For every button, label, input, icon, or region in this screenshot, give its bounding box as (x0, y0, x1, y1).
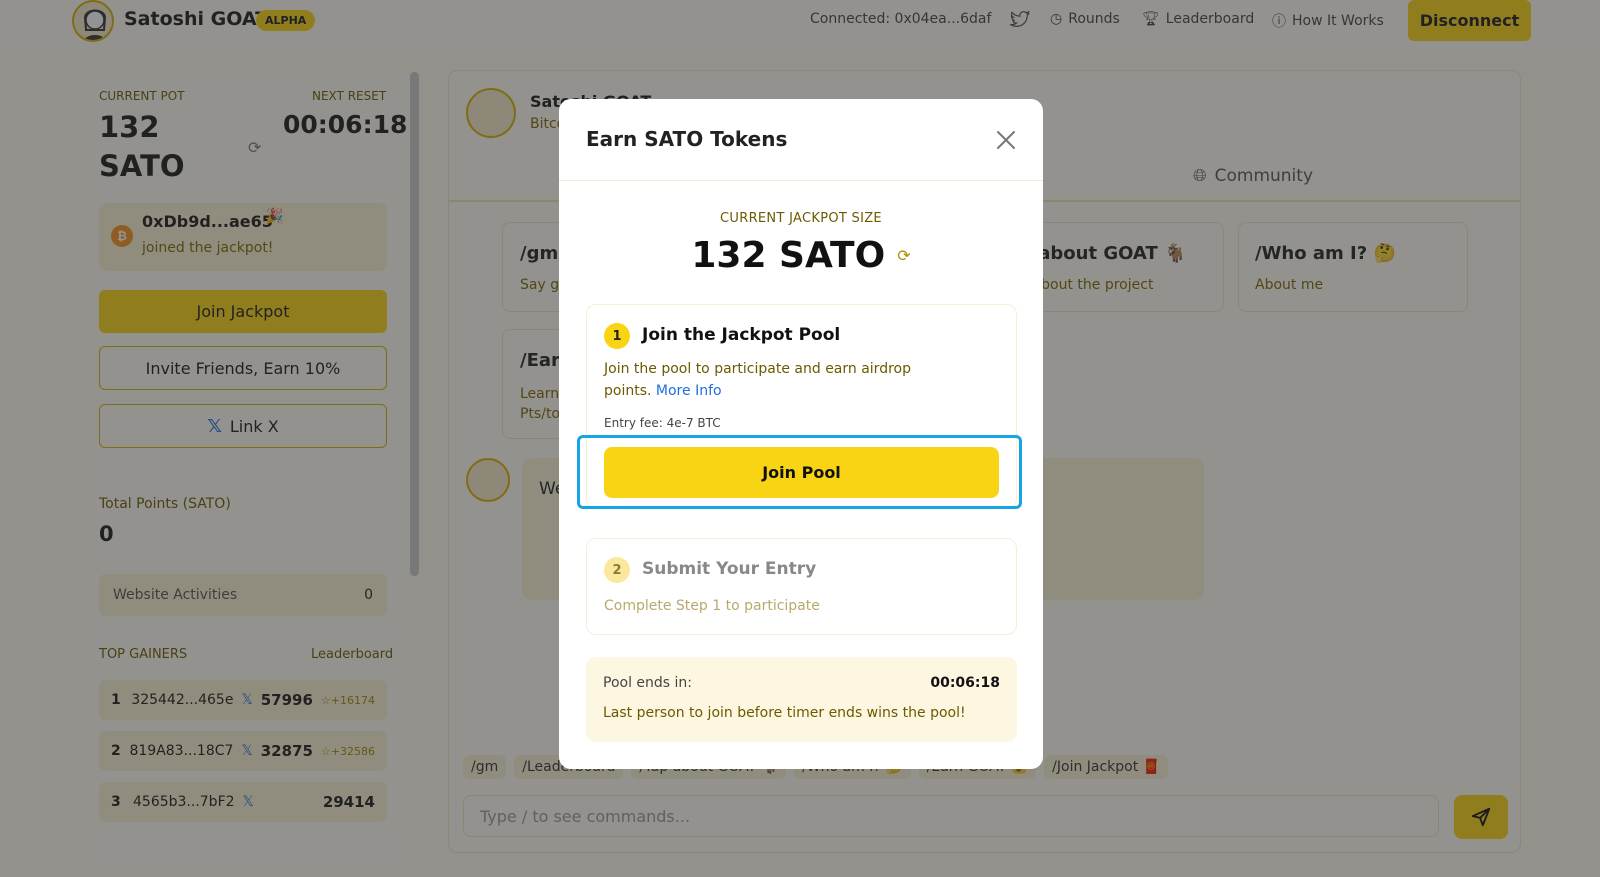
step-2-badge: 2 (604, 557, 630, 583)
refresh-icon[interactable]: ⟳ (897, 246, 910, 265)
pool-timer-box: Pool ends in: 00:06:18 Last person to jo… (586, 657, 1017, 742)
step-2-card: 2 Submit Your Entry Complete Step 1 to p… (586, 538, 1017, 635)
jackpot-size-row: 132 SATO ⟳ (559, 235, 1043, 276)
earn-sato-modal: Earn SATO Tokens CURRENT JACKPOT SIZE 13… (559, 99, 1043, 769)
step-2-description: Complete Step 1 to participate (604, 598, 820, 614)
join-pool-highlight (577, 435, 1022, 509)
pool-note: Last person to join before timer ends wi… (603, 705, 966, 721)
modal-title: Earn SATO Tokens (586, 127, 788, 151)
pool-ends-label: Pool ends in: (603, 675, 693, 691)
step-2-title: Submit Your Entry (642, 559, 817, 579)
entry-fee: Entry fee: 4e-7 BTC (604, 416, 721, 430)
close-icon[interactable] (993, 127, 1019, 153)
modal-header: Earn SATO Tokens (559, 99, 1043, 181)
more-info-link[interactable]: More Info (656, 383, 722, 399)
jackpot-size-value: 132 SATO (691, 235, 886, 276)
jackpot-size-label: CURRENT JACKPOT SIZE (720, 211, 882, 226)
step-1-description: Join the pool to participate and earn ai… (604, 361, 911, 399)
step-1-title: Join the Jackpot Pool (642, 325, 841, 345)
pool-ends-timer: 00:06:18 (930, 675, 1000, 691)
step-1-badge: 1 (604, 323, 630, 349)
